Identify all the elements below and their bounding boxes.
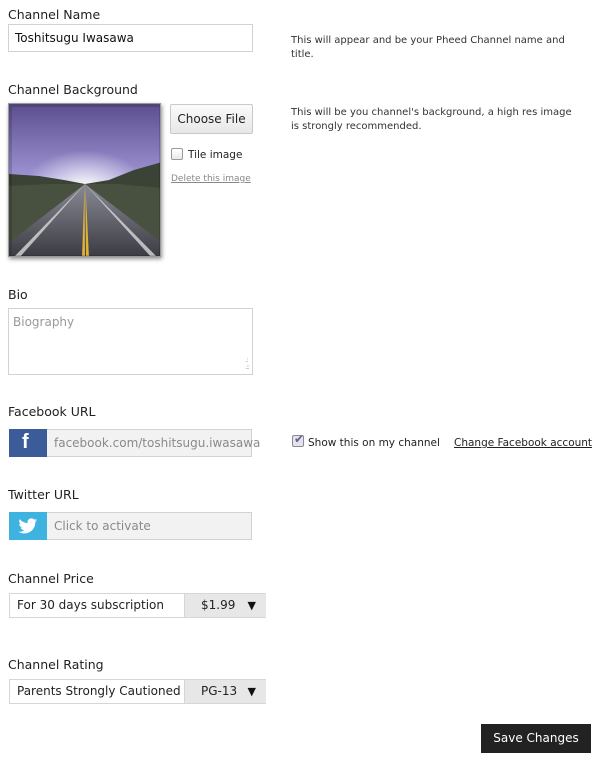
channel-background-hint: This will be you channel's background, a… (291, 107, 572, 132)
resize-grip-icon[interactable]: .:.:: (245, 357, 250, 371)
price-selected-value: $1.99 (201, 598, 236, 612)
tile-image-label: Tile image (188, 149, 243, 161)
twitter-url-value: Click to activate (54, 519, 151, 533)
background-image-preview (8, 103, 161, 257)
facebook-icon: f (9, 429, 47, 457)
channel-rating-label: Channel Rating (8, 657, 104, 672)
show-on-channel-label: Show this on my channel (308, 437, 440, 449)
rating-selected-value: PG-13 (201, 684, 238, 698)
delete-image-link[interactable]: Delete this image (171, 174, 251, 184)
twitter-url-label: Twitter URL (8, 487, 79, 502)
rating-dropdown[interactable]: PG-13 ▼ (184, 680, 266, 703)
bio-textarea[interactable]: Biography .:.:: (8, 308, 253, 375)
price-description: For 30 days subscription (17, 598, 164, 612)
choose-file-button[interactable]: Choose File (170, 104, 253, 134)
chevron-down-icon: ▼ (247, 685, 256, 698)
facebook-url-field[interactable]: f facebook.com/toshitsugu.iwasawa (9, 429, 260, 457)
change-facebook-account-link[interactable]: Change Facebook account (454, 437, 592, 449)
bio-label: Bio (8, 287, 28, 302)
twitter-url-field[interactable]: Click to activate (9, 512, 252, 540)
price-dropdown[interactable]: $1.99 ▼ (184, 594, 266, 617)
rating-description: Parents Strongly Cautioned (17, 684, 181, 698)
chevron-down-icon: ▼ (247, 599, 256, 612)
road-image (9, 104, 160, 256)
save-changes-button[interactable]: Save Changes (481, 724, 591, 753)
channel-background-label: Channel Background (8, 82, 138, 97)
facebook-url-value: facebook.com/toshitsugu.iwasawa (54, 436, 261, 450)
show-on-channel-checkbox[interactable] (292, 432, 304, 447)
twitter-icon (9, 512, 47, 540)
facebook-url-label: Facebook URL (8, 404, 96, 419)
channel-name-input[interactable]: Toshitsugu Iwasawa (8, 24, 253, 52)
channel-rating-select[interactable]: Parents Strongly Cautioned PG-13 ▼ (9, 679, 266, 704)
channel-name-hint: This will appear and be your Pheed Chann… (291, 35, 565, 60)
channel-name-label: Channel Name (8, 7, 101, 22)
channel-price-label: Channel Price (8, 571, 94, 586)
channel-price-select[interactable]: For 30 days subscription $1.99 ▼ (9, 593, 266, 618)
bio-placeholder: Biography (13, 315, 75, 329)
tile-image-checkbox[interactable] (171, 148, 183, 160)
